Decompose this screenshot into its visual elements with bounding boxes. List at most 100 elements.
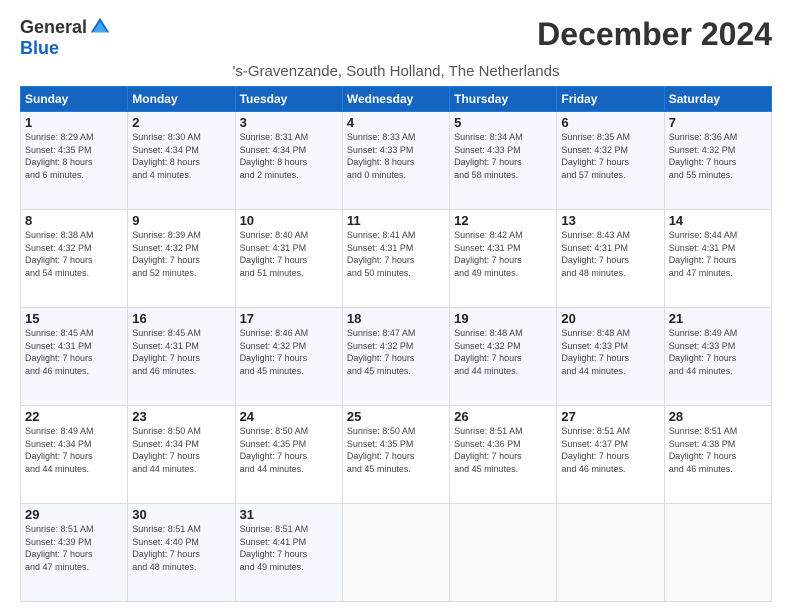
day-info: Sunrise: 8:49 AM Sunset: 4:34 PM Dayligh…	[25, 425, 123, 475]
day-number: 31	[240, 507, 338, 522]
day-info: Sunrise: 8:51 AM Sunset: 4:37 PM Dayligh…	[561, 425, 659, 475]
day-info: Sunrise: 8:47 AM Sunset: 4:32 PM Dayligh…	[347, 327, 445, 377]
calendar-cell: 17Sunrise: 8:46 AM Sunset: 4:32 PM Dayli…	[235, 308, 342, 406]
day-info: Sunrise: 8:30 AM Sunset: 4:34 PM Dayligh…	[132, 131, 230, 181]
day-number: 3	[240, 115, 338, 130]
day-number: 21	[669, 311, 767, 326]
calendar-cell: 2Sunrise: 8:30 AM Sunset: 4:34 PM Daylig…	[128, 112, 235, 210]
calendar-cell: 26Sunrise: 8:51 AM Sunset: 4:36 PM Dayli…	[450, 406, 557, 504]
subtitle: 's-Gravenzande, South Holland, The Nethe…	[20, 63, 772, 80]
day-info: Sunrise: 8:51 AM Sunset: 4:41 PM Dayligh…	[240, 523, 338, 573]
logo: General Blue	[20, 16, 111, 59]
calendar-week-row: 29Sunrise: 8:51 AM Sunset: 4:39 PM Dayli…	[21, 504, 772, 602]
day-info: Sunrise: 8:35 AM Sunset: 4:32 PM Dayligh…	[561, 131, 659, 181]
day-info: Sunrise: 8:38 AM Sunset: 4:32 PM Dayligh…	[25, 229, 123, 279]
calendar-day-header: Monday	[128, 87, 235, 112]
day-number: 20	[561, 311, 659, 326]
logo-general-text: General	[20, 17, 87, 38]
day-number: 4	[347, 115, 445, 130]
day-number: 16	[132, 311, 230, 326]
calendar-cell: 14Sunrise: 8:44 AM Sunset: 4:31 PM Dayli…	[664, 210, 771, 308]
day-info: Sunrise: 8:39 AM Sunset: 4:32 PM Dayligh…	[132, 229, 230, 279]
day-info: Sunrise: 8:49 AM Sunset: 4:33 PM Dayligh…	[669, 327, 767, 377]
calendar-cell: 5Sunrise: 8:34 AM Sunset: 4:33 PM Daylig…	[450, 112, 557, 210]
calendar-cell: 19Sunrise: 8:48 AM Sunset: 4:32 PM Dayli…	[450, 308, 557, 406]
day-info: Sunrise: 8:51 AM Sunset: 4:40 PM Dayligh…	[132, 523, 230, 573]
day-info: Sunrise: 8:33 AM Sunset: 4:33 PM Dayligh…	[347, 131, 445, 181]
calendar-cell	[557, 504, 664, 602]
calendar-week-row: 1Sunrise: 8:29 AM Sunset: 4:35 PM Daylig…	[21, 112, 772, 210]
logo-icon	[89, 16, 111, 38]
day-info: Sunrise: 8:51 AM Sunset: 4:36 PM Dayligh…	[454, 425, 552, 475]
calendar-day-header: Thursday	[450, 87, 557, 112]
title-block: December 2024	[537, 16, 772, 53]
main-title: December 2024	[537, 16, 772, 53]
day-number: 9	[132, 213, 230, 228]
calendar-cell: 13Sunrise: 8:43 AM Sunset: 4:31 PM Dayli…	[557, 210, 664, 308]
day-info: Sunrise: 8:40 AM Sunset: 4:31 PM Dayligh…	[240, 229, 338, 279]
calendar-cell: 1Sunrise: 8:29 AM Sunset: 4:35 PM Daylig…	[21, 112, 128, 210]
calendar-cell: 24Sunrise: 8:50 AM Sunset: 4:35 PM Dayli…	[235, 406, 342, 504]
calendar-cell: 31Sunrise: 8:51 AM Sunset: 4:41 PM Dayli…	[235, 504, 342, 602]
day-number: 17	[240, 311, 338, 326]
calendar-cell: 23Sunrise: 8:50 AM Sunset: 4:34 PM Dayli…	[128, 406, 235, 504]
day-info: Sunrise: 8:46 AM Sunset: 4:32 PM Dayligh…	[240, 327, 338, 377]
day-info: Sunrise: 8:50 AM Sunset: 4:35 PM Dayligh…	[347, 425, 445, 475]
day-number: 7	[669, 115, 767, 130]
day-info: Sunrise: 8:45 AM Sunset: 4:31 PM Dayligh…	[25, 327, 123, 377]
day-number: 29	[25, 507, 123, 522]
calendar-cell: 15Sunrise: 8:45 AM Sunset: 4:31 PM Dayli…	[21, 308, 128, 406]
day-info: Sunrise: 8:50 AM Sunset: 4:35 PM Dayligh…	[240, 425, 338, 475]
calendar-week-row: 8Sunrise: 8:38 AM Sunset: 4:32 PM Daylig…	[21, 210, 772, 308]
day-info: Sunrise: 8:42 AM Sunset: 4:31 PM Dayligh…	[454, 229, 552, 279]
day-number: 6	[561, 115, 659, 130]
page: General Blue December 2024 's-Gravenzand…	[0, 0, 792, 612]
day-number: 25	[347, 409, 445, 424]
day-info: Sunrise: 8:51 AM Sunset: 4:39 PM Dayligh…	[25, 523, 123, 573]
day-number: 10	[240, 213, 338, 228]
day-number: 27	[561, 409, 659, 424]
calendar-header-row: SundayMondayTuesdayWednesdayThursdayFrid…	[21, 87, 772, 112]
calendar-cell: 12Sunrise: 8:42 AM Sunset: 4:31 PM Dayli…	[450, 210, 557, 308]
calendar-day-header: Tuesday	[235, 87, 342, 112]
day-info: Sunrise: 8:43 AM Sunset: 4:31 PM Dayligh…	[561, 229, 659, 279]
calendar-cell: 22Sunrise: 8:49 AM Sunset: 4:34 PM Dayli…	[21, 406, 128, 504]
day-info: Sunrise: 8:48 AM Sunset: 4:32 PM Dayligh…	[454, 327, 552, 377]
calendar-week-row: 22Sunrise: 8:49 AM Sunset: 4:34 PM Dayli…	[21, 406, 772, 504]
calendar-cell: 3Sunrise: 8:31 AM Sunset: 4:34 PM Daylig…	[235, 112, 342, 210]
calendar-week-row: 15Sunrise: 8:45 AM Sunset: 4:31 PM Dayli…	[21, 308, 772, 406]
calendar-cell: 6Sunrise: 8:35 AM Sunset: 4:32 PM Daylig…	[557, 112, 664, 210]
calendar-cell: 10Sunrise: 8:40 AM Sunset: 4:31 PM Dayli…	[235, 210, 342, 308]
calendar-cell: 4Sunrise: 8:33 AM Sunset: 4:33 PM Daylig…	[342, 112, 449, 210]
calendar-cell: 29Sunrise: 8:51 AM Sunset: 4:39 PM Dayli…	[21, 504, 128, 602]
calendar-cell: 16Sunrise: 8:45 AM Sunset: 4:31 PM Dayli…	[128, 308, 235, 406]
header: General Blue December 2024	[20, 16, 772, 59]
day-number: 18	[347, 311, 445, 326]
calendar-cell: 28Sunrise: 8:51 AM Sunset: 4:38 PM Dayli…	[664, 406, 771, 504]
calendar-cell: 11Sunrise: 8:41 AM Sunset: 4:31 PM Dayli…	[342, 210, 449, 308]
calendar-cell: 21Sunrise: 8:49 AM Sunset: 4:33 PM Dayli…	[664, 308, 771, 406]
calendar-cell: 9Sunrise: 8:39 AM Sunset: 4:32 PM Daylig…	[128, 210, 235, 308]
day-info: Sunrise: 8:48 AM Sunset: 4:33 PM Dayligh…	[561, 327, 659, 377]
calendar-day-header: Wednesday	[342, 87, 449, 112]
calendar-cell: 25Sunrise: 8:50 AM Sunset: 4:35 PM Dayli…	[342, 406, 449, 504]
calendar-day-header: Saturday	[664, 87, 771, 112]
day-number: 11	[347, 213, 445, 228]
day-number: 14	[669, 213, 767, 228]
calendar-cell	[450, 504, 557, 602]
calendar-day-header: Friday	[557, 87, 664, 112]
day-info: Sunrise: 8:44 AM Sunset: 4:31 PM Dayligh…	[669, 229, 767, 279]
day-info: Sunrise: 8:36 AM Sunset: 4:32 PM Dayligh…	[669, 131, 767, 181]
day-number: 22	[25, 409, 123, 424]
day-number: 30	[132, 507, 230, 522]
day-number: 13	[561, 213, 659, 228]
day-number: 24	[240, 409, 338, 424]
day-number: 8	[25, 213, 123, 228]
day-number: 12	[454, 213, 552, 228]
day-info: Sunrise: 8:50 AM Sunset: 4:34 PM Dayligh…	[132, 425, 230, 475]
day-number: 5	[454, 115, 552, 130]
calendar-day-header: Sunday	[21, 87, 128, 112]
calendar-table: SundayMondayTuesdayWednesdayThursdayFrid…	[20, 86, 772, 602]
day-info: Sunrise: 8:29 AM Sunset: 4:35 PM Dayligh…	[25, 131, 123, 181]
calendar-cell	[664, 504, 771, 602]
